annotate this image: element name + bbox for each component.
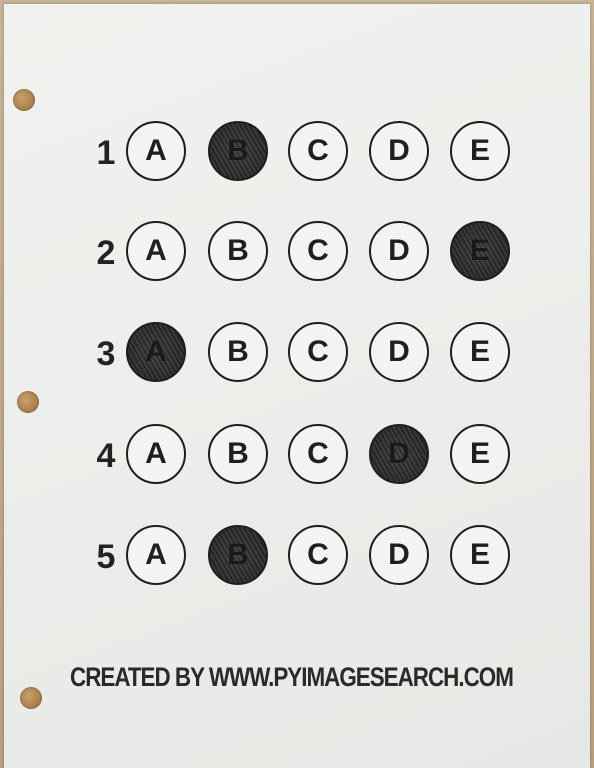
credit-text: CREATED BY WWW.PYIMAGESEARCH.COM	[70, 662, 514, 692]
bubble-letter: C	[307, 437, 329, 470]
answer-bubble-c[interactable]: C	[288, 121, 348, 181]
bubble-letter: B	[227, 335, 249, 368]
answer-bubble-d[interactable]: D	[369, 322, 429, 382]
answer-bubble-d[interactable]: D	[369, 221, 429, 281]
answer-bubble-a[interactable]: A	[126, 424, 186, 484]
answer-bubble-c[interactable]: C	[288, 322, 348, 382]
answer-bubble-d[interactable]: D	[369, 525, 429, 585]
answer-bubble-b[interactable]: B	[208, 221, 268, 281]
answer-bubble-c[interactable]: C	[288, 424, 348, 484]
answer-bubble-b[interactable]: B	[208, 424, 268, 484]
punch-hole	[13, 89, 35, 111]
bubble-letter: B	[227, 234, 249, 267]
question-number: 3	[96, 335, 116, 373]
bubble-letter: B	[227, 538, 249, 571]
question-number: 1	[96, 134, 116, 172]
question-row: 1A B C D E	[4, 118, 590, 188]
question-row: 4A B C D E	[4, 421, 590, 491]
bubble-letter: C	[307, 538, 329, 571]
answer-bubble-e[interactable]: E	[450, 525, 510, 585]
question-row: 5A B C D E	[4, 522, 590, 592]
answer-bubble-e-filled[interactable]: E	[450, 221, 510, 281]
question-number: 4	[96, 437, 116, 475]
answer-sheet: 1ABCDE2ABCDE3ABCDE4ABCDE5ABCDE CREATED B…	[4, 4, 590, 768]
bubble-letter: C	[307, 134, 329, 167]
question-number: 5	[96, 538, 116, 576]
bubble-letter: D	[388, 134, 410, 167]
bubble-letter: E	[469, 437, 490, 470]
bubble-letter: A	[145, 234, 167, 267]
photo-background: 1ABCDE2ABCDE3ABCDE4ABCDE5ABCDE CREATED B…	[0, 0, 594, 768]
answer-bubble-e[interactable]: E	[450, 424, 510, 484]
bubble-letter: A	[145, 134, 167, 167]
bubble-letter: D	[388, 335, 410, 368]
answer-bubble-e[interactable]: E	[450, 322, 510, 382]
answer-bubble-c[interactable]: C	[288, 525, 348, 585]
bubble-letter: C	[307, 335, 329, 368]
answer-bubble-b-filled[interactable]: B	[208, 525, 268, 585]
bubble-letter: D	[388, 538, 410, 571]
answer-bubble-b-filled[interactable]: B	[208, 121, 268, 181]
bubble-letter: D	[388, 437, 410, 470]
punch-hole	[20, 687, 42, 709]
question-row: 3A B C D E	[4, 319, 590, 389]
answer-bubble-c[interactable]: C	[288, 221, 348, 281]
answer-bubble-b[interactable]: B	[208, 322, 268, 382]
answer-bubble-a[interactable]: A	[126, 121, 186, 181]
answer-bubble-d[interactable]: D	[369, 121, 429, 181]
answer-bubble-e[interactable]: E	[450, 121, 510, 181]
bubble-letter: E	[469, 538, 490, 571]
bubble-letter: A	[145, 335, 167, 368]
bubble-letter: C	[307, 234, 329, 267]
bubble-letter: E	[469, 335, 490, 368]
punch-hole	[17, 391, 39, 413]
answer-bubble-d-filled[interactable]: D	[369, 424, 429, 484]
answer-bubble-a-filled[interactable]: A	[126, 322, 186, 382]
question-row: 2A B C D E	[4, 218, 590, 288]
answer-bubble-a[interactable]: A	[126, 525, 186, 585]
bubble-letter: A	[145, 538, 167, 571]
bubble-letter: D	[388, 234, 410, 267]
bubble-letter: B	[227, 437, 249, 470]
bubble-letter: B	[227, 134, 249, 167]
bubble-letter: E	[469, 234, 490, 267]
bubble-letter: A	[145, 437, 167, 470]
question-number: 2	[96, 234, 116, 272]
answer-bubble-a[interactable]: A	[126, 221, 186, 281]
bubble-letter: E	[469, 134, 490, 167]
